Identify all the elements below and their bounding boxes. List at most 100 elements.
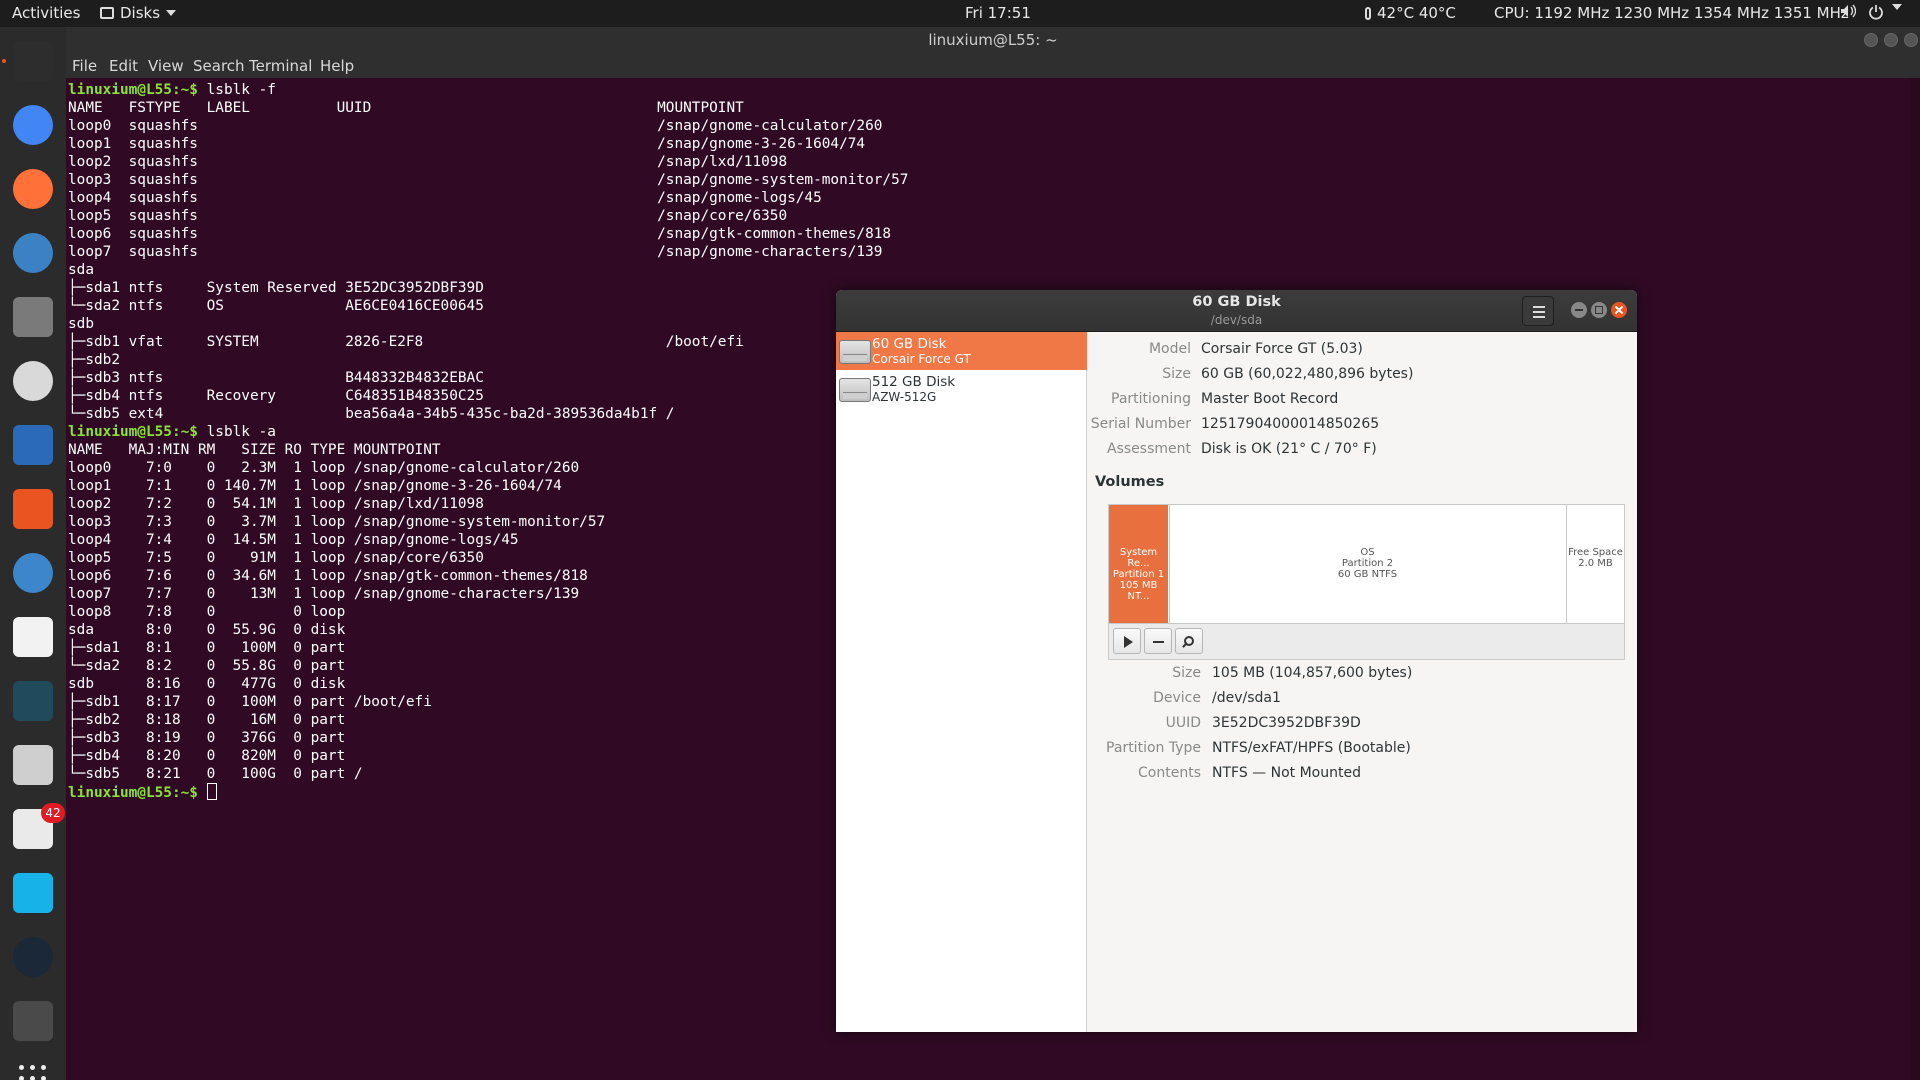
minimize-button[interactable] <box>1864 33 1878 47</box>
steam-icon <box>13 937 53 977</box>
hard-disk-icon <box>839 340 871 364</box>
shell-prompt: linuxium@L55:~$ <box>68 785 198 801</box>
firefox-icon <box>13 169 53 209</box>
command: lsblk -a <box>197 424 276 440</box>
disks-headerbar[interactable]: 60 GB Disk /dev/sda <box>836 290 1637 332</box>
menu-terminal[interactable]: Terminal <box>249 57 312 75</box>
size-label: Size <box>1162 366 1191 382</box>
running-indicator <box>2 59 6 63</box>
app-menu[interactable]: Disks <box>100 4 177 22</box>
dock-item-system-monitor[interactable] <box>7 675 59 727</box>
delete-partition-button[interactable] <box>1144 628 1172 654</box>
disks-icon <box>13 1001 53 1041</box>
volume-map: System Re... Partition 1 105 MB NT... OS Pa… <box>1108 504 1625 624</box>
dock-item-rhythmbox[interactable] <box>7 355 59 407</box>
volume-label: Free Space <box>1568 547 1623 558</box>
libreoffice-writer-icon <box>13 425 53 465</box>
volume-size: 60 GB NTFS <box>1337 569 1398 580</box>
dock-item-updates[interactable]: 42 <box>7 803 65 855</box>
serial-number-value: 12517904000014850265 <box>1201 416 1380 432</box>
dock-item-kodi[interactable] <box>7 867 59 919</box>
dock-item-libreoffice-writer[interactable] <box>7 419 59 471</box>
maximize-button[interactable] <box>1591 302 1607 318</box>
disk-list-item-512gb[interactable]: 512 GB Disk AZW-512G <box>836 370 1087 408</box>
volume-icon[interactable] <box>1840 4 1856 18</box>
volume-label: OS <box>1360 547 1375 558</box>
dock-item-screenshot[interactable] <box>7 739 59 791</box>
menu-help[interactable]: Help <box>320 57 354 75</box>
partitioning-value: Master Boot Record <box>1201 391 1339 407</box>
thermometer-icon <box>1365 7 1371 20</box>
menu-file[interactable]: File <box>72 57 97 75</box>
volume-partition: Partition 2 <box>1341 558 1394 569</box>
power-icon[interactable] <box>1868 4 1884 20</box>
minimize-button[interactable] <box>1571 302 1587 318</box>
close-button[interactable] <box>1611 302 1627 318</box>
shell-prompt: linuxium@L55:~$ <box>68 82 198 98</box>
dock-item-disks[interactable] <box>7 995 59 1047</box>
terminal-scrollbar[interactable] <box>1910 78 1920 1080</box>
top-bar: Activities Disks Fri 17:51 42°C 40°C CPU… <box>0 0 1920 27</box>
volume-partition-1[interactable]: System Re... Partition 1 105 MB NT... <box>1109 505 1168 623</box>
activities-button[interactable]: Activities <box>12 4 80 22</box>
volume-partition-2[interactable]: OS Partition 2 60 GB NTFS <box>1169 505 1565 623</box>
dock-item-steam[interactable] <box>7 931 59 983</box>
menu-search[interactable]: Search <box>193 57 245 75</box>
dock-item-thunderbird[interactable] <box>7 227 59 279</box>
size-value: 60 GB (60,022,480,896 bytes) <box>1201 366 1414 382</box>
uuid-label: UUID <box>1165 715 1201 731</box>
dock-item-software[interactable] <box>7 483 59 535</box>
dock-item-amazon[interactable] <box>7 611 59 663</box>
maximize-button[interactable] <box>1884 33 1898 47</box>
rhythmbox-icon <box>13 361 53 401</box>
volumes-heading: Volumes <box>1095 474 1165 490</box>
dock-item-terminal[interactable] <box>7 35 59 87</box>
volume-label: System Re... <box>1119 547 1158 569</box>
volume-partition: Partition 1 <box>1112 569 1165 580</box>
partition-type-value: NTFS/exFAT/HPFS (Bootable) <box>1212 740 1411 756</box>
serial-number-label: Serial Number <box>1090 416 1191 432</box>
dock-item-chrome[interactable] <box>7 99 59 151</box>
shell-prompt: linuxium@L55:~$ <box>68 424 198 440</box>
volume-size: 105 MB NT... <box>1119 580 1158 602</box>
disks-subtitle: /dev/sda <box>1210 313 1263 327</box>
volume-toolbar <box>1108 624 1625 660</box>
menu-edit[interactable]: Edit <box>109 57 138 75</box>
chevron-down-icon <box>166 10 177 16</box>
disk-name: 60 GB Disk <box>872 336 947 352</box>
disk-list-item-60gb[interactable]: 60 GB Disk Corsair Force GT <box>836 332 1087 370</box>
screenshot-icon <box>13 745 53 785</box>
chevron-down-icon[interactable] <box>1892 4 1902 10</box>
hamburger-menu-button[interactable] <box>1522 296 1554 326</box>
contents-label: Contents <box>1138 765 1201 781</box>
dock-item-files[interactable] <box>7 291 59 343</box>
cpu-frequency-indicator[interactable]: CPU: 1192 MHz 1230 MHz 1354 MHz 1351 MHz <box>1494 4 1849 22</box>
partition-type-label: Partition Type <box>1106 740 1201 756</box>
temperature-indicator[interactable]: 42°C 40°C <box>1365 4 1456 22</box>
volume-size: 2.0 MB <box>1578 558 1613 569</box>
files-icon <box>13 297 53 337</box>
clock[interactable]: Fri 17:51 <box>965 4 1031 22</box>
disk-list: 60 GB Disk Corsair Force GT 512 GB Disk … <box>836 332 1087 1032</box>
menu-view[interactable]: View <box>148 57 184 75</box>
software-icon <box>13 489 53 529</box>
model-label: Model <box>1148 341 1191 357</box>
volume-free-space[interactable]: Free Space 2.0 MB <box>1566 505 1624 623</box>
show-applications-icon[interactable] <box>19 1065 47 1080</box>
partition-options-button[interactable] <box>1175 628 1203 654</box>
help-icon <box>13 553 53 593</box>
close-button[interactable] <box>1904 33 1918 47</box>
disk-name: 512 GB Disk <box>872 374 956 390</box>
terminal-icon <box>13 41 53 81</box>
amazon-icon <box>13 617 53 657</box>
chrome-icon <box>13 105 53 145</box>
dock-item-help[interactable] <box>7 547 59 599</box>
command-output: NAME MAJ:MIN RM SIZE RO TYPE MOUNTPOINT … <box>68 442 606 782</box>
menu-line <box>1533 306 1545 308</box>
terminal-output[interactable]: linuxium@L55:~$ lsblk -f NAME FSTYPE LAB… <box>68 81 908 802</box>
mount-button[interactable] <box>1113 628 1141 654</box>
terminal-titlebar[interactable]: linuxium@L55: ~ <box>66 27 1920 53</box>
dock-item-firefox[interactable] <box>7 163 59 215</box>
dock: 42 <box>0 27 66 1080</box>
disk-model: AZW-512G <box>872 390 937 404</box>
